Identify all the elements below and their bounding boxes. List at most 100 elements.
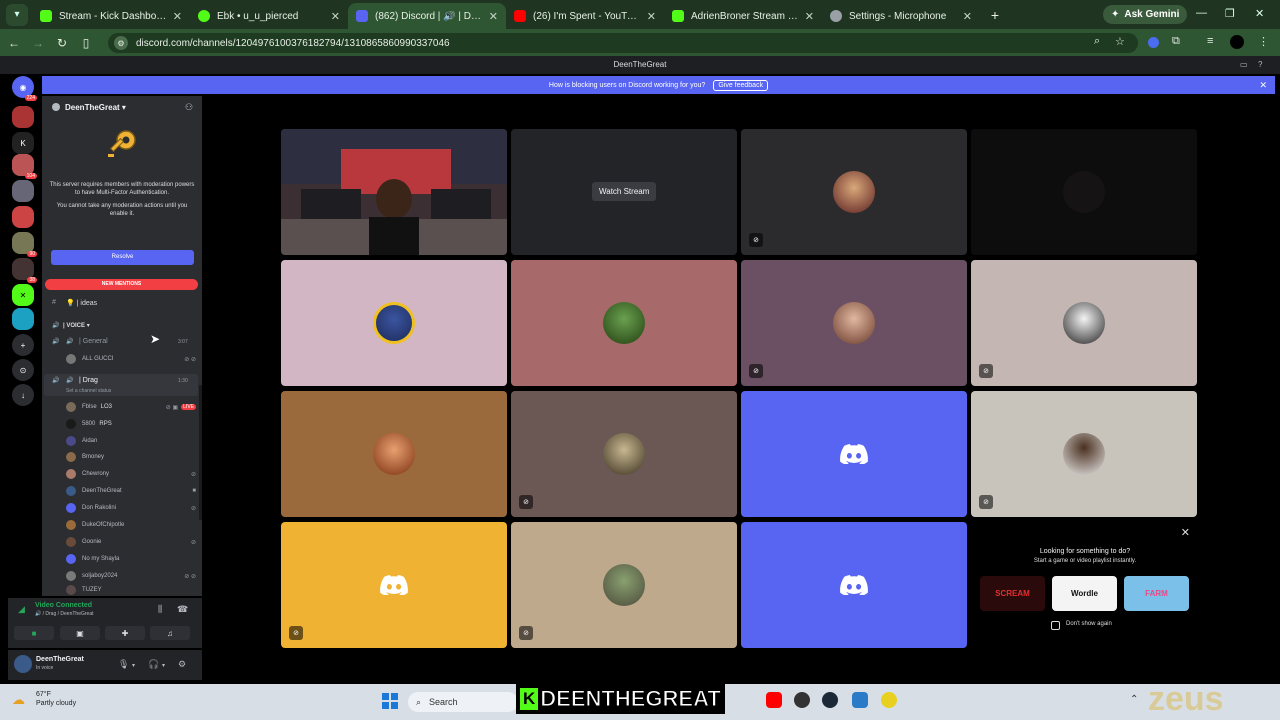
tab-ebk[interactable]: Ebk • u_u_pierced ✕: [190, 3, 348, 29]
close-icon[interactable]: ✕: [963, 10, 972, 23]
voice-category[interactable]: | VOICE ▾: [63, 322, 90, 329]
server-icon[interactable]: 90: [12, 232, 37, 257]
soundboard-button[interactable]: ♫: [150, 626, 190, 640]
voice-member[interactable]: No my Shayla: [66, 552, 196, 566]
voice-member[interactable]: DeenTheGreat ■: [66, 484, 196, 498]
avatar[interactable]: [14, 655, 32, 673]
chevron-up-icon[interactable]: ⌃: [1130, 694, 1138, 705]
close-icon[interactable]: ✕: [173, 10, 182, 23]
tab-discord[interactable]: (862) Discord | 🔊 | Drag | D ✕: [348, 3, 506, 29]
close-icon[interactable]: ✕: [647, 10, 656, 23]
side-panel-icon[interactable]: ▯: [76, 36, 96, 50]
give-feedback-button[interactable]: Give feedback: [713, 79, 769, 91]
activity-game-scream[interactable]: SCREAM: [980, 576, 1045, 611]
inbox-icon[interactable]: ▭: [1240, 60, 1248, 69]
channel-general[interactable]: | General: [79, 338, 108, 345]
video-tile[interactable]: [741, 391, 967, 517]
voice-member[interactable]: Fblse LO3 ⊘ ▣ LIVE: [66, 400, 196, 414]
add-server-icon[interactable]: +: [12, 334, 34, 356]
minimize-icon[interactable]: —: [1196, 7, 1207, 19]
channel-drag[interactable]: | Drag: [79, 377, 98, 384]
video-tile[interactable]: ⊘: [511, 522, 737, 648]
sidebar-scrollbar[interactable]: [199, 385, 202, 520]
voice-member[interactable]: Don Rakolini ⊘: [66, 501, 196, 515]
voice-member[interactable]: Chewrony ⊘: [66, 467, 196, 481]
resolve-button[interactable]: Resolve: [51, 250, 194, 265]
new-tab-button[interactable]: +: [984, 7, 1006, 23]
screen-share-button[interactable]: ▣: [60, 626, 100, 640]
voice-member[interactable]: DukeOfChipotle: [66, 518, 196, 532]
activity-game-wordle[interactable]: Wordle: [1052, 576, 1117, 611]
signal-icon[interactable]: ◢: [18, 604, 25, 615]
weather-icon[interactable]: ☁: [12, 692, 25, 708]
microphone-icon[interactable]: 🎙: [118, 659, 129, 670]
weather-widget[interactable]: 67°F Partly cloudy: [36, 690, 76, 708]
server-icon[interactable]: 38: [12, 258, 37, 283]
chrome-icon[interactable]: [881, 692, 897, 708]
voice-member[interactable]: Goonie ⊘: [66, 535, 196, 549]
camera-button[interactable]: ■: [14, 626, 54, 640]
url-input[interactable]: ⚙ discord.com/channels/12049761003761827…: [108, 33, 1138, 53]
server-icon[interactable]: [12, 106, 34, 128]
video-tile[interactable]: ⊘: [741, 129, 967, 255]
close-icon[interactable]: ✕: [489, 10, 498, 23]
profile-avatar[interactable]: [1230, 35, 1244, 49]
close-icon[interactable]: ✕: [1181, 526, 1190, 539]
voice-member[interactable]: ALL GUCCI ⊘ ⊘: [66, 352, 196, 366]
windows-start-icon[interactable]: [382, 693, 398, 709]
video-tile[interactable]: [511, 260, 737, 386]
media-icon[interactable]: ≡: [1207, 35, 1213, 47]
voice-member[interactable]: 5800 RPS: [66, 417, 196, 431]
youtube-icon[interactable]: [766, 692, 782, 708]
video-tile[interactable]: ⊘: [511, 391, 737, 517]
chevron-down-icon[interactable]: ▾: [162, 662, 165, 669]
tab-settings-microphone[interactable]: Settings - Microphone ✕: [822, 3, 980, 29]
activities-button[interactable]: ✚: [105, 626, 145, 640]
video-tile[interactable]: ⊘: [971, 391, 1197, 517]
extensions-puzzle-icon[interactable]: ⧉: [1172, 35, 1180, 48]
server-icon[interactable]: [12, 180, 34, 202]
video-tile[interactable]: ⊘: [971, 260, 1197, 386]
headphones-icon[interactable]: 🎧: [148, 659, 159, 670]
help-icon[interactable]: ?: [1258, 60, 1262, 69]
video-tile[interactable]: [281, 260, 507, 386]
voice-location[interactable]: 🔊 / Drag / DeenTheGreat: [35, 611, 94, 617]
tab-search-button[interactable]: ▾: [6, 3, 28, 26]
channel-status[interactable]: Set a channel status: [66, 388, 111, 394]
site-info-icon[interactable]: ⚙: [114, 36, 128, 50]
video-tile[interactable]: ⊘: [281, 522, 507, 648]
server-icon[interactable]: [12, 206, 34, 228]
voice-member[interactable]: TUZEY: [66, 585, 196, 595]
noise-suppression-icon[interactable]: ⫼: [158, 604, 162, 615]
video-tile[interactable]: [741, 522, 967, 648]
tab-youtube[interactable]: (26) I'm Spent - YouTube ✕: [506, 3, 664, 29]
close-icon[interactable]: ✕: [1259, 80, 1267, 91]
new-mentions-button[interactable]: NEW MENTIONS: [45, 279, 198, 290]
watch-stream-button[interactable]: Watch Stream: [592, 182, 657, 201]
server-icon[interactable]: K: [12, 132, 34, 154]
close-icon[interactable]: ✕: [331, 10, 340, 23]
voice-member[interactable]: soljaboy2024 ⊘ ⊘: [66, 569, 196, 583]
tab-adrienbroner[interactable]: AdrienBroner Stream - Watch L ✕: [664, 3, 822, 29]
bookmark-star-icon[interactable]: ☆: [1115, 35, 1125, 48]
channel-ideas[interactable]: 💡 | ideas: [66, 299, 97, 307]
close-window-icon[interactable]: ✕: [1255, 7, 1264, 20]
add-member-icon[interactable]: ⚇: [185, 102, 193, 113]
voice-member[interactable]: Aidan: [66, 434, 196, 448]
tab-kick-dashboard[interactable]: Stream - Kick Dashboard ✕: [32, 3, 190, 29]
back-icon[interactable]: ←: [4, 36, 24, 50]
server-name-dropdown[interactable]: DeenTheGreat ▾: [65, 103, 126, 112]
gear-icon[interactable]: ⚙: [178, 659, 186, 670]
maximize-icon[interactable]: ❐: [1225, 7, 1235, 20]
video-tile-watch-stream[interactable]: Watch Stream: [511, 129, 737, 255]
menu-icon[interactable]: ⋮: [1258, 35, 1269, 48]
voice-member[interactable]: Bmoney: [66, 450, 196, 464]
video-tile[interactable]: ⊘: [741, 260, 967, 386]
user-name[interactable]: DeenTheGreat: [36, 656, 84, 663]
ask-gemini-button[interactable]: ✦ Ask Gemini: [1103, 5, 1188, 24]
activity-game-farm[interactable]: FARM: [1124, 576, 1189, 611]
server-icon[interactable]: ✕: [12, 284, 34, 306]
taskbar-search[interactable]: ⌕ Search: [408, 692, 518, 712]
server-icon[interactable]: 104: [12, 154, 37, 179]
zoom-icon[interactable]: ⌕: [1094, 35, 1100, 48]
